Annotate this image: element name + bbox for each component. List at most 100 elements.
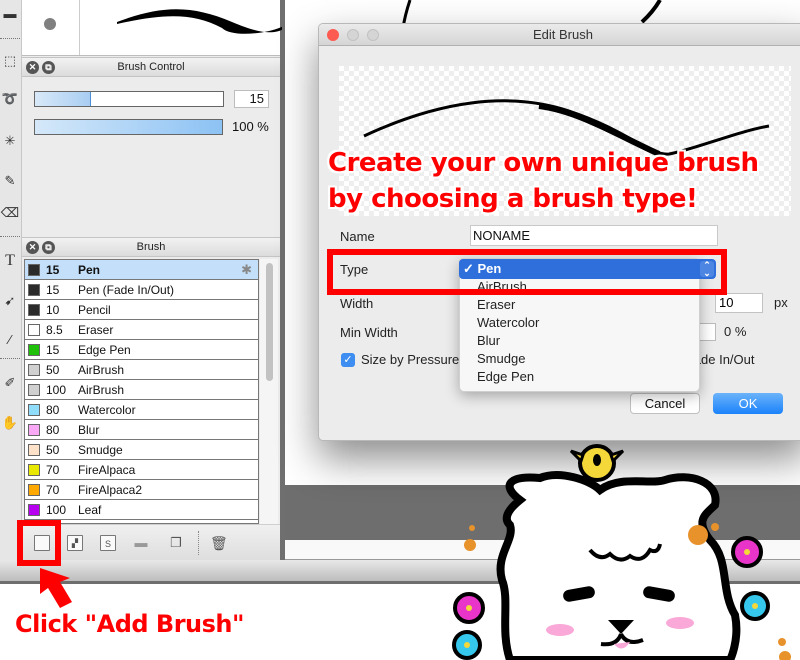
detach-panel-icon[interactable]: ⧉ [42, 61, 55, 74]
select-pen-tool-icon[interactable]: ✎ [0, 168, 20, 194]
width-input[interactable]: 10 [715, 293, 763, 313]
brush-list-item[interactable]: 100 AirBrush [25, 380, 258, 400]
trash-icon[interactable]: 🗑 [210, 535, 228, 551]
dropdown-option[interactable]: Eraser [477, 297, 515, 312]
brush-list-item[interactable]: 70 FireAlpaca2 [25, 480, 258, 500]
scrollbar-thumb[interactable] [266, 263, 273, 381]
select-tool-icon[interactable]: ⬚ [0, 48, 20, 74]
dropdown-option[interactable]: Smudge [477, 351, 525, 366]
brush-list-item[interactable]: 80 Watercolor [25, 400, 258, 420]
hand-tool-icon[interactable]: ✋ [0, 410, 20, 436]
brush-list-item[interactable]: 15 Pen (Fade In/Out) [25, 280, 258, 300]
checkmark-icon: ✓ [341, 352, 355, 367]
annotation-create-brush: Create your own unique brush by choosing… [328, 145, 759, 217]
brush-name: Pen (Fade In/Out) [78, 282, 175, 297]
dropdown-option[interactable]: Blur [477, 333, 500, 348]
brush-size-slider[interactable] [34, 91, 224, 107]
cancel-button[interactable]: Cancel [630, 393, 700, 414]
brush-list-item[interactable]: 10 Pencil [25, 300, 258, 320]
brush-color-swatch [28, 343, 40, 356]
brush-name: AirBrush [78, 382, 125, 397]
brush-control-header: ✕ ⧉ Brush Control [22, 57, 280, 77]
brush-name: Watercolor [78, 402, 136, 417]
brush-color-swatch [28, 403, 40, 416]
brush-color-swatch [28, 303, 40, 316]
dropdown-option[interactable]: Watercolor [477, 315, 539, 330]
brush-name: Edge Pen [78, 342, 131, 357]
brush-list-item[interactable]: 50 Smudge [25, 440, 258, 460]
brush-opacity-value: 100 % [232, 119, 269, 134]
brush-size: 50 [46, 442, 60, 457]
gradient-tool-icon[interactable]: ▬ [0, 0, 20, 26]
operation-tool-icon[interactable]: ➹ [0, 288, 20, 314]
dialog-titlebar: Edit Brush [319, 24, 800, 46]
brush-opacity-slider[interactable] [34, 119, 223, 135]
brush-list-item[interactable]: 15 Pen ✱ [25, 260, 258, 280]
brush-size: 50 [46, 362, 60, 377]
brush-color-swatch [28, 283, 40, 296]
close-panel-icon[interactable]: ✕ [26, 61, 39, 74]
dialog-title: Edit Brush [533, 27, 593, 42]
min-width-value: 0 % [724, 324, 747, 339]
brush-size: 15 [46, 282, 60, 297]
add-script-brush-icon[interactable]: S [100, 535, 116, 551]
panel-title: Brush [136, 241, 166, 253]
slider-fill [35, 92, 92, 106]
eyedropper-tool-icon[interactable]: ✐ [0, 370, 20, 396]
close-window-icon[interactable] [327, 29, 339, 41]
size-by-pressure-checkbox[interactable]: ✓ Size by Pressure [341, 352, 459, 367]
min-width-slider[interactable] [699, 323, 716, 341]
minimize-window-icon[interactable] [347, 29, 359, 41]
panel-title: Brush Control [117, 61, 185, 73]
brush-name: FireAlpaca [78, 462, 136, 477]
brush-size: 10 [46, 302, 60, 317]
lasso-tool-icon[interactable]: ➰ [0, 86, 20, 112]
brush-list-item[interactable]: 8.5 Eraser [25, 320, 258, 340]
action-separator [198, 531, 199, 555]
tool-separator [0, 358, 20, 359]
brush-size: 15 [46, 262, 60, 277]
ok-button[interactable]: OK [713, 393, 783, 414]
brush-name-input[interactable]: NONAME [470, 225, 718, 246]
brush-name: Blur [78, 422, 100, 437]
select-eraser-tool-icon[interactable]: ⌫ [0, 200, 20, 226]
dropdown-option[interactable]: Edge Pen [477, 369, 534, 384]
tool-separator [0, 236, 20, 237]
brush-name: Smudge [78, 442, 123, 457]
flower-icon [452, 630, 482, 660]
gear-icon[interactable]: ✱ [241, 262, 252, 278]
brush-list-item[interactable]: 50 AirBrush [25, 360, 258, 380]
brush-name: Leaf [78, 502, 102, 517]
folder-icon[interactable]: ▬ [133, 535, 149, 551]
brush-list-item[interactable]: 100 Leaf [25, 500, 258, 520]
brush-list-item[interactable]: 80 Blur [25, 420, 258, 440]
brush-size-input[interactable]: 15 [234, 90, 269, 108]
divide-tool-icon[interactable]: ⁄ [0, 326, 20, 352]
brush-size: 80 [46, 402, 60, 417]
add-image-brush-icon[interactable]: ▞ [67, 535, 83, 551]
brush-color-swatch [28, 383, 40, 396]
brush-list-item[interactable]: 15 Edge Pen [25, 340, 258, 360]
alpaca-mascot-illustration [452, 444, 791, 660]
brush-size: 70 [46, 462, 60, 477]
brush-color-swatch [28, 483, 40, 496]
duplicate-brush-icon[interactable]: ❐ [168, 535, 184, 551]
detach-panel-icon[interactable]: ⧉ [42, 241, 55, 254]
magic-wand-tool-icon[interactable]: ✳ [0, 128, 20, 154]
brush-name: Pencil [78, 302, 111, 317]
flower-icon [740, 591, 770, 621]
brush-size: 70 [46, 482, 60, 497]
close-panel-icon[interactable]: ✕ [26, 241, 39, 254]
brush-color-swatch [28, 323, 40, 336]
brush-color-swatch [28, 463, 40, 476]
brush-color-swatch [28, 263, 40, 276]
brush-color-swatch [28, 503, 40, 516]
maximize-window-icon[interactable] [367, 29, 379, 41]
annotation-line: by choosing a brush type! [328, 184, 698, 214]
text-tool-icon[interactable]: T [0, 248, 20, 274]
brush-list-item[interactable]: 70 FireAlpaca [25, 460, 258, 480]
brush-size: 100 [46, 382, 67, 397]
tool-separator [0, 38, 20, 39]
tool-palette: ▬ ⬚ ➰ ✳ ✎ ⌫ T ➹ ⁄ ✐ ✋ [0, 0, 22, 560]
annotation-click-add-brush: Click "Add Brush" [15, 610, 245, 638]
